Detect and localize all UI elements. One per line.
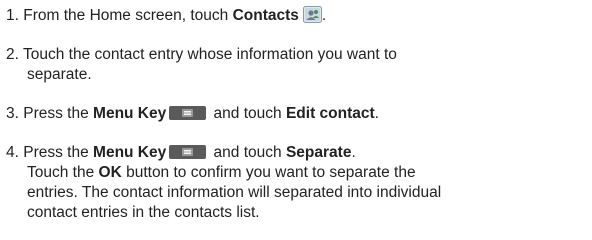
step-text: . — [351, 144, 356, 161]
step-text: Touch the contact entry whose informatio… — [22, 46, 397, 63]
step-2: 2. Touch the contact entry whose informa… — [6, 45, 397, 85]
step-text: button to confirm you want to separate t… — [121, 164, 416, 181]
edit-contact-label: Edit contact — [285, 105, 375, 122]
step-text: Touch the — [27, 164, 99, 181]
step-text-continued: separate. — [27, 66, 92, 83]
step-3: 3. Press the Menu Key and touch Edit con… — [6, 104, 379, 124]
step-text-continued: entries. The contact information will se… — [27, 184, 442, 201]
step-text: Press the — [23, 144, 94, 161]
step-text: Press the — [23, 105, 94, 122]
step-number: 2. — [6, 46, 19, 63]
step-text: From the Home screen, touch — [23, 7, 233, 24]
step-text-continued: contact entries in the contacts list. — [27, 204, 260, 221]
separate-label: Separate — [285, 144, 352, 161]
step-number: 4. — [6, 144, 19, 161]
step-text: . — [374, 105, 379, 122]
menu-key-icon — [169, 145, 207, 159]
ok-button-label: OK — [98, 164, 122, 181]
menu-key-label: Menu Key — [93, 144, 167, 161]
menu-key-icon — [169, 106, 207, 120]
menu-key-label: Menu Key — [93, 105, 167, 122]
step-number: 1. — [6, 7, 19, 24]
step-4: 4. Press the Menu Key and touch Separate… — [6, 143, 441, 223]
step-number: 3. — [6, 105, 19, 122]
step-detail: Touch the OK button to confirm you want … — [6, 164, 416, 181]
step-text: and touch — [209, 144, 286, 161]
instruction-document: 1. From the Home screen, touch Contacts.… — [0, 0, 592, 240]
contacts-label: Contacts — [232, 7, 299, 24]
step-text: and touch — [209, 105, 286, 122]
step-text: . — [321, 7, 327, 24]
contacts-app-icon — [302, 6, 322, 23]
step-1: 1. From the Home screen, touch Contacts. — [6, 6, 326, 26]
